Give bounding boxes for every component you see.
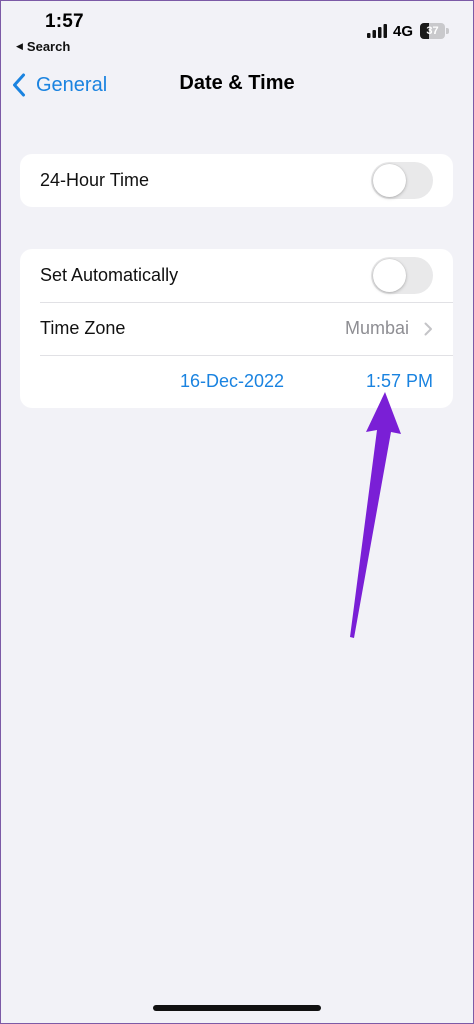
cellular-signal-icon bbox=[367, 24, 387, 38]
row-label: Set Automatically bbox=[40, 265, 179, 285]
date-picker-button[interactable]: 16-Dec-2022 bbox=[180, 371, 284, 392]
row-24-hour-time: 24-Hour Time bbox=[20, 154, 453, 207]
page-title: Date & Time bbox=[179, 72, 295, 94]
row-time-zone[interactable]: Time Zone Mumbai bbox=[20, 302, 453, 355]
back-to-app-link[interactable]: ◀ Search bbox=[16, 39, 70, 54]
row-label: 24-Hour Time bbox=[40, 170, 150, 190]
chevron-right-icon bbox=[424, 322, 432, 336]
home-indicator bbox=[153, 1005, 321, 1011]
row-set-automatically: Set Automatically bbox=[20, 249, 453, 302]
back-triangle-icon: ◀ bbox=[16, 41, 23, 51]
set-automatically-toggle[interactable] bbox=[371, 257, 433, 294]
network-type: 4G bbox=[393, 23, 414, 40]
settings-group-time-format: 24-Hour Time bbox=[20, 154, 453, 207]
time-zone-value: Mumbai bbox=[344, 318, 409, 338]
battery-percent: 37 bbox=[426, 25, 439, 37]
battery-icon: 37 bbox=[420, 23, 449, 39]
back-to-app-label: Search bbox=[26, 39, 71, 54]
toggle-knob bbox=[373, 164, 406, 197]
toggle-knob bbox=[373, 259, 406, 292]
settings-group-date-time: Set Automatically Time Zone Mumbai 16-De… bbox=[20, 249, 453, 408]
annotation-arrow-icon bbox=[350, 392, 401, 638]
row-label: Time Zone bbox=[40, 318, 126, 338]
24-hour-time-toggle[interactable] bbox=[371, 162, 433, 199]
status-time: 1:57 bbox=[45, 11, 84, 32]
status-bar: 1:57 ◀ Search 4G 37 bbox=[0, 0, 474, 60]
time-picker-button[interactable]: 1:57 PM bbox=[366, 371, 433, 392]
